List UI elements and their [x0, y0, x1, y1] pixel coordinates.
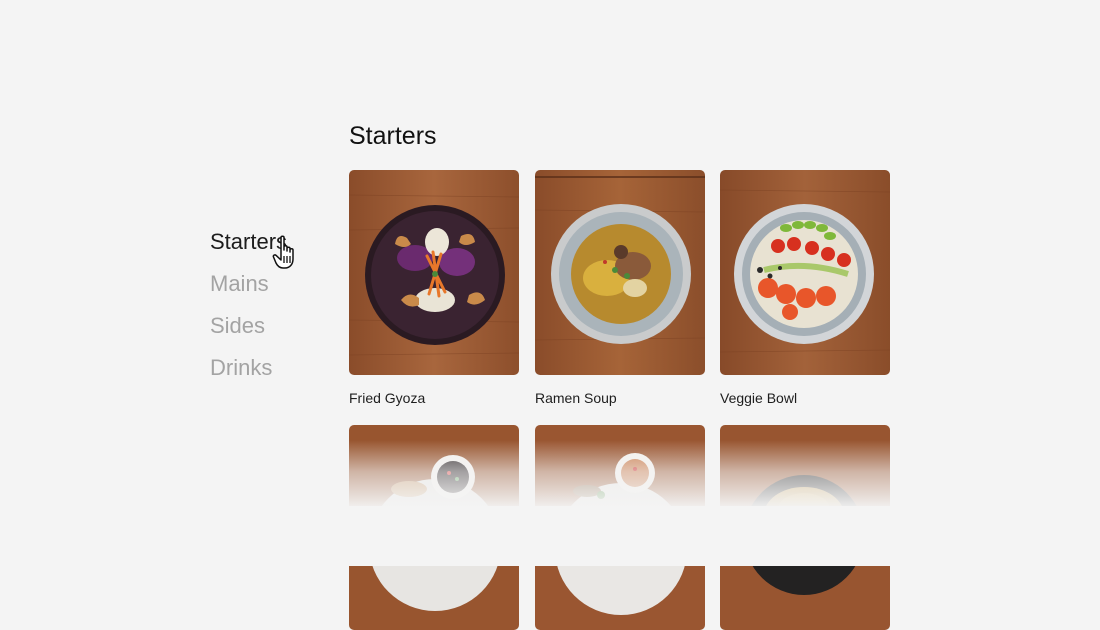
- dish-card-ramen-soup[interactable]: Ramen Soup: [535, 170, 705, 406]
- dish-name: Ramen Soup: [535, 390, 617, 406]
- nav-item-sides[interactable]: Sides: [210, 305, 287, 347]
- section-title: Starters: [349, 122, 437, 150]
- veggie-bowl-photo: [720, 170, 890, 375]
- dish-card-fried-gyoza[interactable]: Fried Gyoza: [349, 170, 519, 406]
- scroll-fade-cover: [340, 506, 900, 566]
- fried-gyoza-photo: [349, 170, 519, 375]
- category-nav: Starters Mains Sides Drinks: [210, 221, 287, 389]
- dish-name: Fried Gyoza: [349, 390, 426, 406]
- ramen-soup-photo: [535, 170, 705, 375]
- nav-item-drinks[interactable]: Drinks: [210, 347, 287, 389]
- nav-item-mains[interactable]: Mains: [210, 263, 287, 305]
- dish-name: Veggie Bowl: [720, 390, 798, 406]
- nav-item-starters[interactable]: Starters: [210, 221, 287, 263]
- dish-card-veggie-bowl[interactable]: Veggie Bowl: [720, 170, 890, 406]
